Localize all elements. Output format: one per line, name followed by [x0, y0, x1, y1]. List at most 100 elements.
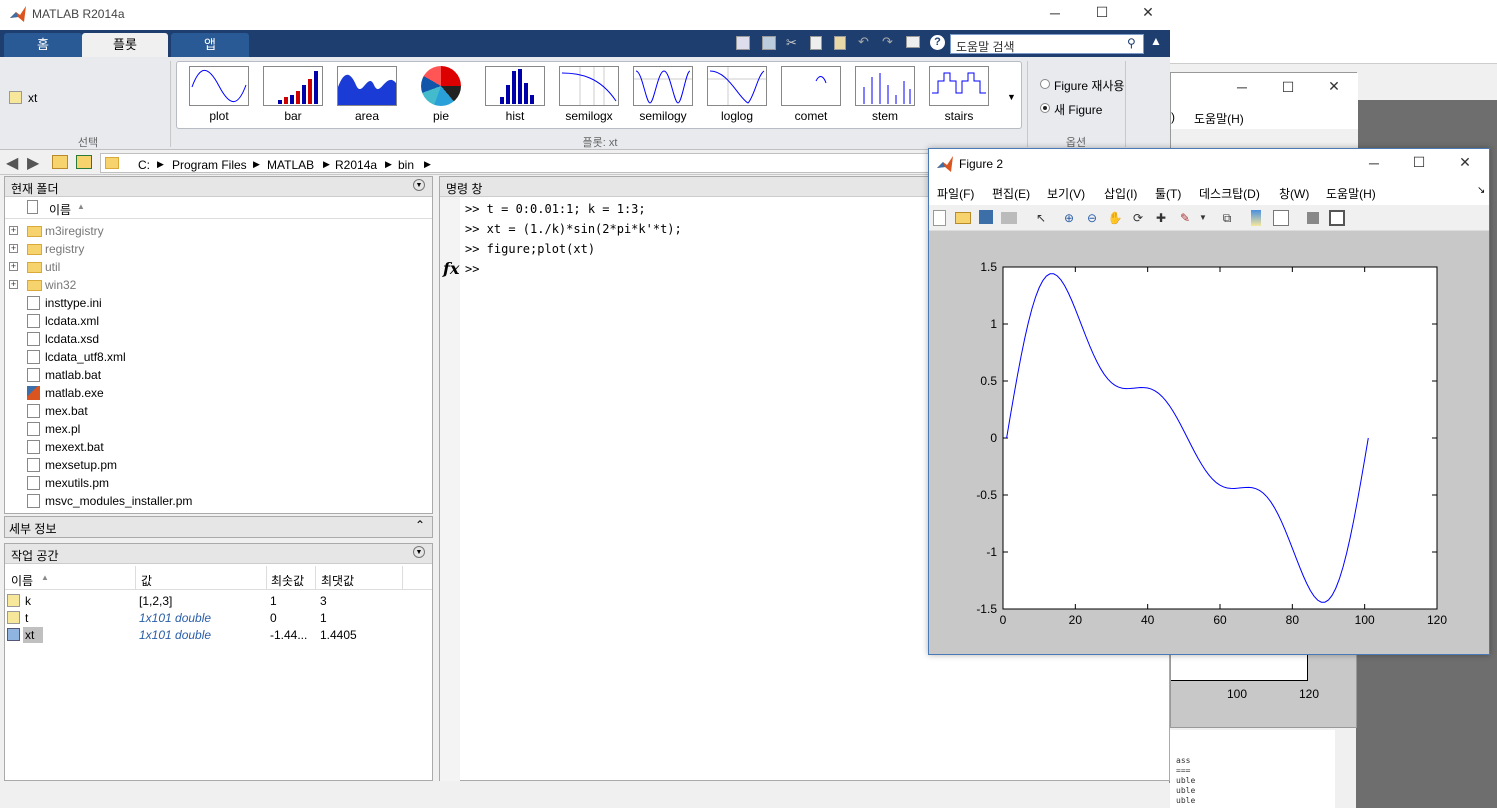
ws-col-min[interactable]: 최솟값	[271, 572, 304, 589]
new-figure-radio[interactable]	[1040, 103, 1050, 113]
bar-button[interactable]: bar	[260, 66, 326, 128]
rotate-icon[interactable]: ⟳	[1130, 210, 1146, 226]
list-item[interactable]: lcdata.xml	[5, 312, 432, 330]
figure-2-window[interactable]: Figure 2 ─ ☐ ✕ 파일(F) 편집(E) 보기(V) 삽입(I) 툴…	[928, 148, 1490, 655]
ws-col-name[interactable]: 이름	[11, 572, 33, 589]
redo-icon[interactable]: ↷	[882, 34, 893, 50]
zoom-in-icon[interactable]: ⊕	[1061, 210, 1077, 226]
switch-windows-icon[interactable]	[906, 36, 920, 48]
expand-icon[interactable]: ⌃	[415, 518, 425, 532]
list-item[interactable]: mexext.bat	[5, 438, 432, 456]
print-icon[interactable]	[1001, 212, 1017, 224]
menu-file[interactable]: 파일(F)	[937, 185, 974, 202]
brush-dropdown-icon[interactable]: ▼	[1195, 210, 1211, 226]
semilogy-button[interactable]: semilogy	[630, 66, 696, 128]
colorbar-icon[interactable]	[1251, 210, 1261, 226]
list-item[interactable]: msvc_modules_installer.pm	[5, 492, 432, 510]
menu-desktop[interactable]: 데스크탑(D)	[1199, 185, 1260, 202]
list-item[interactable]: + m3iregistry	[5, 222, 432, 240]
pie-button[interactable]: pie	[408, 66, 474, 128]
list-item[interactable]: + registry	[5, 240, 432, 258]
menu-help[interactable]: 도움말(H)	[1326, 185, 1376, 202]
tab-home[interactable]: 홈	[4, 33, 82, 57]
list-item[interactable]: mexsetup.pm	[5, 456, 432, 474]
area-button[interactable]: area	[334, 66, 400, 128]
back-icon[interactable]: ◀	[6, 153, 18, 173]
copy-icon[interactable]	[810, 36, 822, 50]
list-item[interactable]: mex.bat	[5, 402, 432, 420]
comet-button[interactable]: comet	[778, 66, 844, 128]
forward-icon[interactable]: ▶	[27, 153, 39, 173]
menu-overflow-icon[interactable]: ↘	[1477, 185, 1485, 196]
brush-icon[interactable]: ✎	[1177, 210, 1193, 226]
close-icon[interactable]: ✕	[1133, 4, 1163, 21]
collapse-ribbon-icon[interactable]: ▲	[1150, 34, 1162, 48]
list-item[interactable]: matlab.exe	[5, 384, 432, 402]
crumb-program-files[interactable]: Program Files	[172, 158, 247, 172]
expand-icon[interactable]: +	[9, 244, 18, 253]
stem-button[interactable]: stem	[852, 66, 918, 128]
function-browser-icon[interactable]: fx	[443, 259, 459, 278]
legend-icon[interactable]	[1273, 210, 1289, 226]
help-icon[interactable]: ?	[930, 35, 945, 50]
list-item[interactable]: + win32	[5, 276, 432, 294]
maximize-icon[interactable]: ☐	[1273, 79, 1303, 96]
minimize-icon[interactable]: ─	[1359, 155, 1389, 171]
crumb-c[interactable]: C:	[138, 158, 150, 172]
stairs-button[interactable]: stairs	[926, 66, 992, 128]
cut-icon[interactable]: ✂	[786, 35, 797, 51]
minimize-icon[interactable]: ─	[1227, 79, 1257, 95]
folder-column-name[interactable]: 이름	[49, 201, 71, 218]
selected-variable[interactable]: xt	[28, 91, 37, 105]
menu-window[interactable]: 창(W)	[1279, 185, 1309, 202]
ws-col-max[interactable]: 최댓값	[321, 572, 354, 589]
expand-icon[interactable]: +	[9, 262, 18, 271]
open-icon[interactable]	[955, 212, 971, 224]
pointer-icon[interactable]: ↖	[1033, 210, 1049, 226]
data-cursor-icon[interactable]: ✚	[1153, 210, 1169, 226]
panel-menu-icon[interactable]: ▼	[413, 179, 425, 191]
up-folder-icon[interactable]	[52, 155, 68, 169]
command-prompt[interactable]: >>	[465, 262, 479, 276]
minimize-icon[interactable]: ─	[1040, 5, 1070, 21]
tab-plots[interactable]: 플롯	[82, 33, 168, 57]
expand-icon[interactable]: +	[9, 226, 18, 235]
menu-tools[interactable]: 툴(T)	[1155, 185, 1181, 202]
reuse-radio[interactable]	[1040, 79, 1050, 89]
maximize-icon[interactable]: ☐	[1087, 4, 1117, 21]
menu-help[interactable]: 도움말(H)	[1194, 110, 1244, 127]
browse-folder-icon[interactable]	[76, 155, 92, 169]
semilogx-button[interactable]: semilogx	[556, 66, 622, 128]
undo-icon[interactable]: ↶	[858, 34, 869, 50]
tab-apps[interactable]: 앱	[171, 33, 249, 57]
new-figure-icon[interactable]	[933, 210, 946, 226]
table-row[interactable]: k [1,2,3] 1 3	[5, 593, 432, 610]
paste-icon[interactable]	[834, 36, 846, 50]
maximize-icon[interactable]: ☐	[1404, 154, 1434, 171]
save-icon[interactable]	[762, 36, 776, 50]
gallery-expand-icon[interactable]: ▼	[1007, 92, 1016, 102]
close-icon[interactable]: ✕	[1450, 154, 1480, 171]
loglog-button[interactable]: loglog	[704, 66, 770, 128]
expand-icon[interactable]: +	[9, 280, 18, 289]
zoom-out-icon[interactable]: ⊖	[1084, 210, 1100, 226]
hide-plot-tools-icon[interactable]	[1307, 212, 1319, 224]
search-input[interactable]: 도움말 검색 ⚲	[950, 34, 1144, 54]
list-item[interactable]: lcdata.xsd	[5, 330, 432, 348]
plot-button[interactable]: plot	[186, 66, 252, 128]
search-icon[interactable]: ⚲	[1127, 36, 1136, 50]
list-item[interactable]: matlab.bat	[5, 366, 432, 384]
panel-menu-icon[interactable]: ▼	[413, 546, 425, 558]
ws-col-value[interactable]: 값	[141, 572, 152, 589]
menu-edit[interactable]: 편집(E)	[992, 185, 1030, 202]
list-item[interactable]: mexutils.pm	[5, 474, 432, 492]
list-item[interactable]: insttype.ini	[5, 294, 432, 312]
close-icon[interactable]: ✕	[1319, 78, 1349, 95]
hist-button[interactable]: hist	[482, 66, 548, 128]
pan-icon[interactable]: ✋	[1107, 210, 1123, 226]
list-item[interactable]: lcdata_utf8.xml	[5, 348, 432, 366]
crumb-r2014a[interactable]: R2014a	[335, 158, 377, 172]
table-row[interactable]: xt 1x101 double -1.44... 1.4405	[5, 627, 432, 644]
show-plot-tools-icon[interactable]	[1329, 210, 1345, 226]
list-item[interactable]: mex.pl	[5, 420, 432, 438]
